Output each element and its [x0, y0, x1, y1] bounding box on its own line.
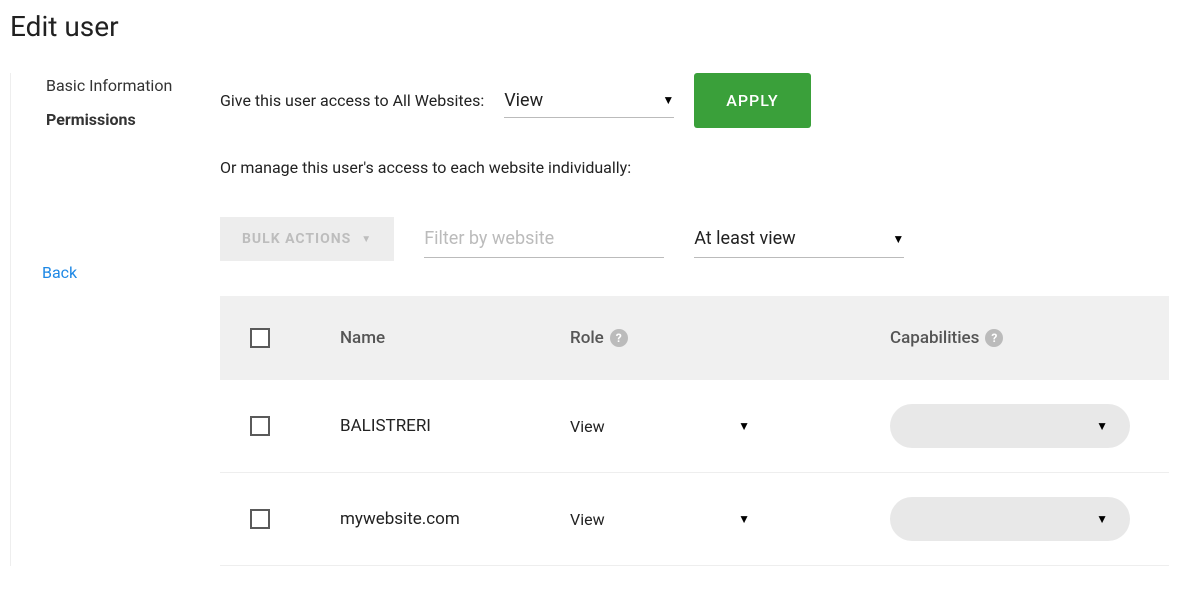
- access-select-value: View: [504, 90, 543, 111]
- select-all-checkbox[interactable]: [250, 328, 270, 348]
- caret-down-icon: ▼: [361, 234, 372, 245]
- manage-subtext: Or manage this user's access to each web…: [220, 158, 1169, 177]
- back-link[interactable]: Back: [26, 255, 220, 290]
- caret-down-icon: ▼: [892, 232, 904, 246]
- site-name: mywebsite.com: [340, 509, 570, 529]
- nav-item-basic-information[interactable]: Basic Information: [26, 73, 220, 107]
- table-header: Name Role ? Capabilities ?: [220, 296, 1169, 380]
- filter-website-input[interactable]: [424, 220, 664, 258]
- role-select-value: View: [570, 510, 605, 529]
- role-select[interactable]: View ▼: [570, 510, 750, 529]
- role-filter-value: At least view: [694, 228, 795, 249]
- page-title: Edit user: [10, 10, 1179, 43]
- table-row: mywebsite.com View ▼ ▼: [220, 473, 1169, 566]
- apply-button[interactable]: APPLY: [694, 73, 810, 128]
- caret-down-icon: ▼: [1096, 419, 1108, 433]
- column-header-role-label: Role: [570, 328, 604, 348]
- role-select[interactable]: View ▼: [570, 417, 750, 436]
- column-header-capabilities-label: Capabilities: [890, 328, 979, 348]
- bulk-actions-button[interactable]: BULK ACTIONS ▼: [220, 217, 394, 261]
- capabilities-select[interactable]: ▼: [890, 404, 1130, 448]
- nav-item-permissions[interactable]: Permissions: [26, 107, 220, 141]
- access-label: Give this user access to All Websites:: [220, 91, 484, 110]
- capabilities-select[interactable]: ▼: [890, 497, 1130, 541]
- caret-down-icon: ▼: [738, 419, 750, 433]
- site-name: BALISTRERI: [340, 416, 570, 436]
- bulk-actions-label: BULK ACTIONS: [242, 231, 351, 247]
- caret-down-icon: ▼: [738, 512, 750, 526]
- access-select[interactable]: View ▼: [504, 84, 674, 118]
- row-checkbox[interactable]: [250, 416, 270, 436]
- caret-down-icon: ▼: [1096, 512, 1108, 526]
- table-row: BALISTRERI View ▼ ▼: [220, 380, 1169, 473]
- main-content: Give this user access to All Websites: V…: [220, 73, 1179, 566]
- help-icon[interactable]: ?: [985, 329, 1003, 347]
- row-checkbox[interactable]: [250, 509, 270, 529]
- column-header-name: Name: [340, 328, 570, 348]
- sidebar: Basic Information Permissions Back: [10, 73, 220, 566]
- column-header-capabilities: Capabilities ?: [890, 328, 1139, 348]
- role-select-value: View: [570, 417, 605, 436]
- caret-down-icon: ▼: [662, 93, 674, 107]
- role-filter-select[interactable]: At least view ▼: [694, 220, 904, 258]
- help-icon[interactable]: ?: [610, 329, 628, 347]
- permissions-table: Name Role ? Capabilities ? BALISTRER: [220, 296, 1169, 566]
- column-header-role: Role ?: [570, 328, 890, 348]
